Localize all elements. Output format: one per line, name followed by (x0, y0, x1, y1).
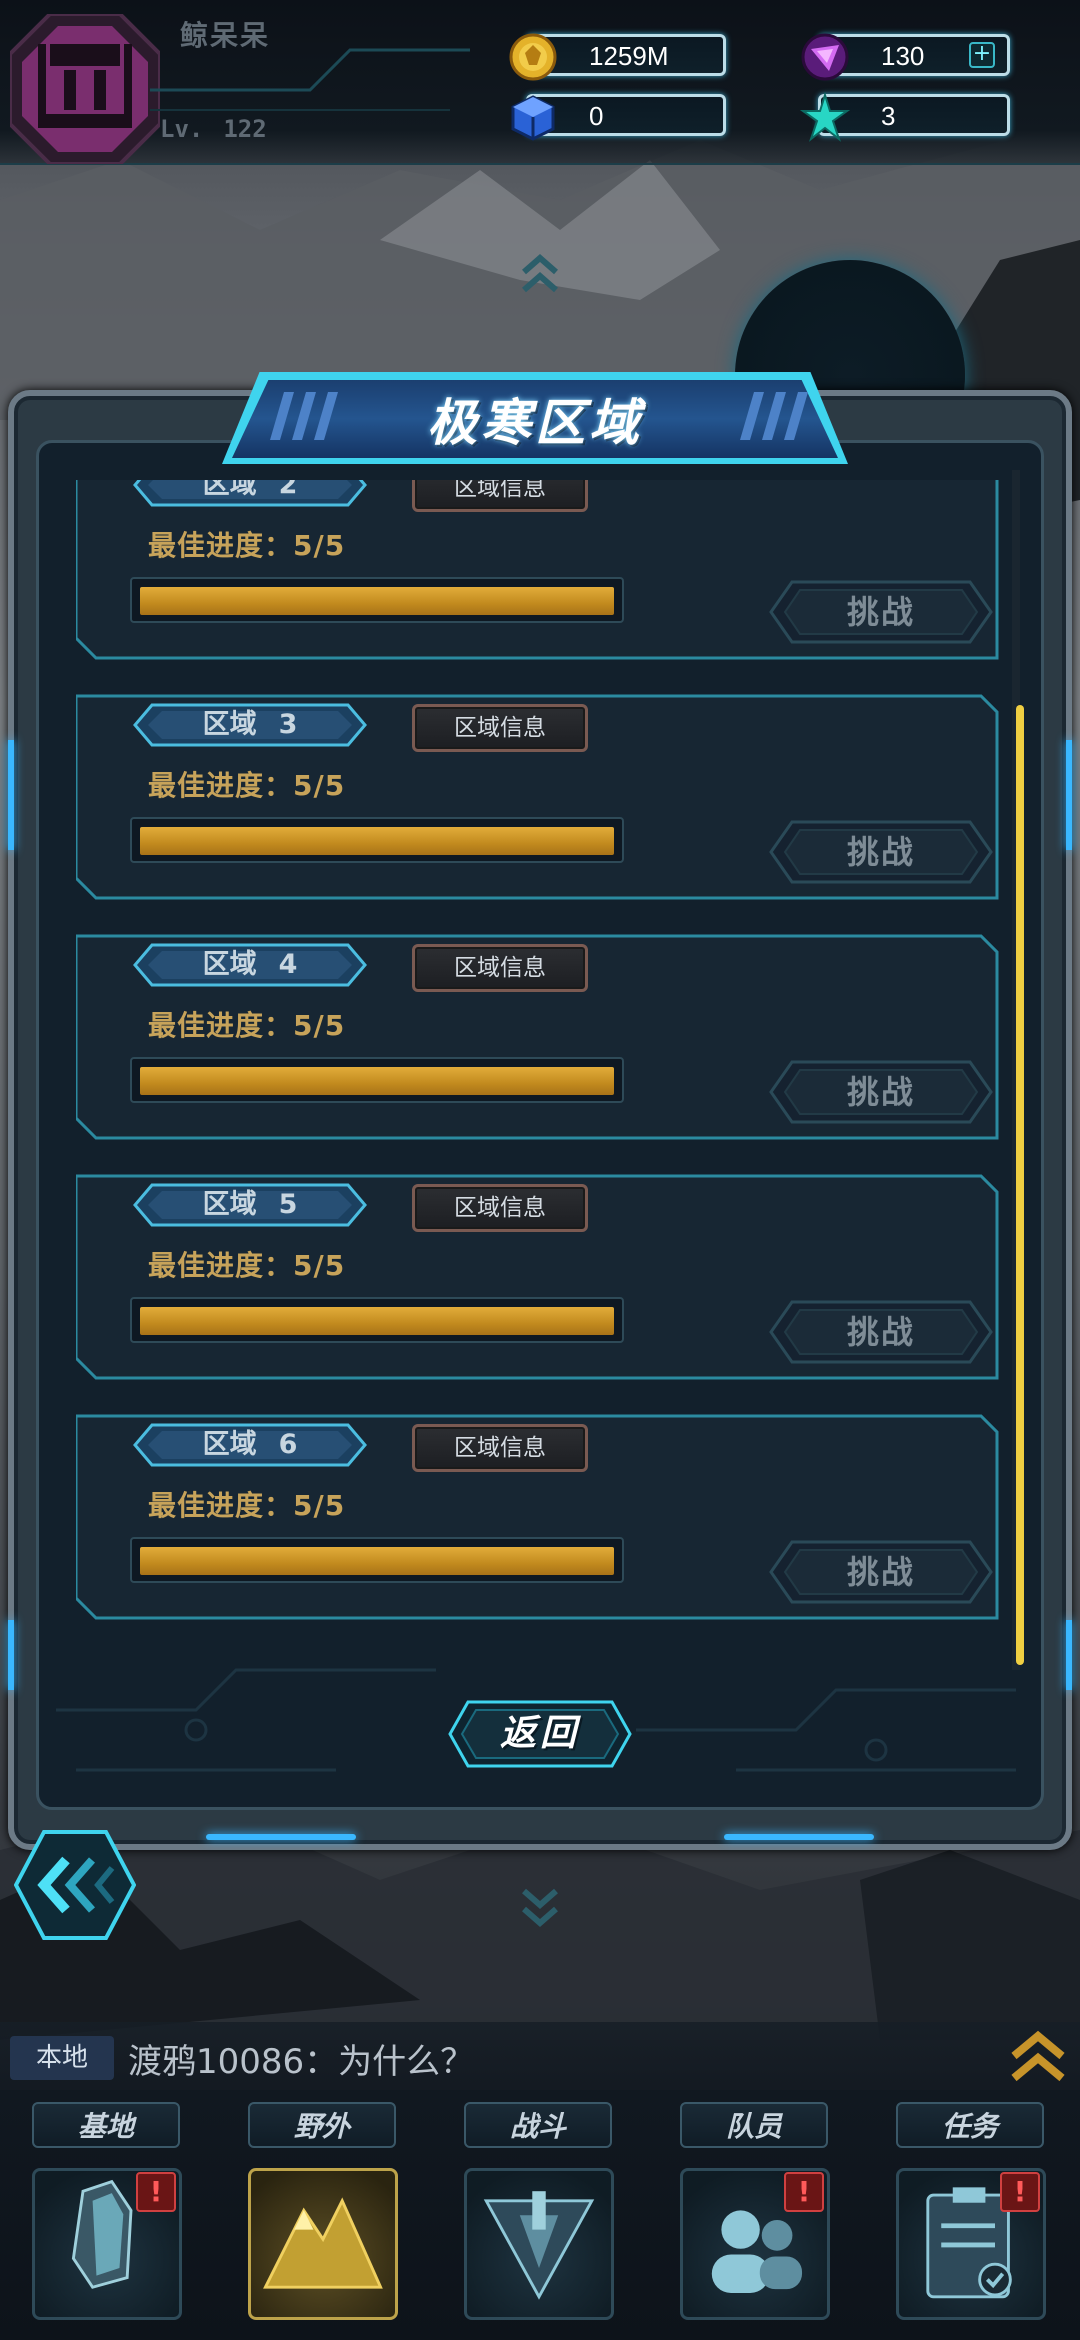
player-avatar-icon[interactable] (10, 14, 160, 164)
nav-tab-label[interactable]: 队员 (680, 2102, 828, 2148)
blue-cube-value: 0 (589, 101, 604, 131)
return-button[interactable]: 返回 (448, 1700, 632, 1768)
scroll-down-chevron-icon[interactable] (520, 1885, 560, 1931)
right-glow-accent-2 (1066, 1620, 1072, 1690)
challenge-button[interactable]: 挑战 (768, 1299, 994, 1365)
nav-tab-button[interactable] (248, 2168, 398, 2320)
zone-tag-label: 区域 (202, 949, 257, 980)
best-progress-label: 最佳进度：5/5 (148, 529, 346, 562)
challenge-button[interactable]: 挑战 (768, 579, 994, 645)
panel-title: 极寒区域 (427, 394, 643, 452)
blue-cube-icon (511, 95, 555, 141)
scroll-up-chevron-icon[interactable] (520, 250, 560, 296)
challenge-button[interactable]: 挑战 (768, 819, 994, 885)
zone-number: 6 (278, 1429, 298, 1460)
zone-info-button[interactable]: 区域信息 (412, 1424, 588, 1472)
gold-counter[interactable]: 1259M (509, 33, 726, 81)
zone-tag: 区域 2 (132, 480, 368, 508)
bottom-glow-accent-left (206, 1834, 356, 1840)
level-prefix: Lv. (160, 115, 204, 143)
zone-tag: 区域 3 (132, 702, 368, 748)
zone-list[interactable]: 区域 2 区域信息 最佳进度：5/5 挑战 区域 3 区域信息 最佳进度：5/5… (56, 480, 1012, 1665)
chat-expand-chevron-icon[interactable] (1010, 2030, 1066, 2082)
challenge-label: 挑战 (846, 833, 915, 871)
notification-badge: ! (136, 2172, 176, 2212)
zone-tag-label: 区域 (202, 1429, 257, 1460)
zone-info-button[interactable]: 区域信息 (412, 944, 588, 992)
gold-coin-icon (509, 33, 557, 81)
best-progress-label: 最佳进度：5/5 (148, 1009, 346, 1042)
scrollbar-thumb[interactable] (1016, 705, 1024, 1665)
progress-bar (130, 1057, 624, 1103)
bottom-glow-accent-right (724, 1834, 874, 1840)
player-name: 鲸呆呆 (180, 19, 271, 52)
best-progress-label: 最佳进度：5/5 (148, 1489, 346, 1522)
star-value: 3 (881, 101, 896, 131)
add-gem-button[interactable]: + (969, 42, 995, 68)
purple-gem-icon (801, 33, 849, 81)
nav-tab-label[interactable]: 任务 (896, 2102, 1044, 2148)
battle-crest-icon (483, 2191, 595, 2300)
challenge-button[interactable]: 挑战 (768, 1059, 994, 1125)
challenge-label: 挑战 (846, 1553, 915, 1591)
zone-card: 区域 2 区域信息 最佳进度：5/5 挑战 (76, 480, 1001, 662)
zone-card: 区域 6 区域信息 最佳进度：5/5 挑战 (76, 1412, 1001, 1622)
zone-number: 5 (278, 1189, 298, 1220)
right-glow-accent (1066, 740, 1072, 850)
zone-card: 区域 4 区域信息 最佳进度：5/5 挑战 (76, 932, 1001, 1142)
zone-tag-label: 区域 (202, 480, 257, 500)
zone-number: 3 (278, 709, 298, 740)
zone-tag: 区域 5 (132, 1182, 368, 1228)
best-progress-label: 最佳进度：5/5 (148, 769, 346, 802)
nav-tab-label[interactable]: 基地 (32, 2102, 180, 2148)
progress-fill (140, 1307, 614, 1335)
challenge-button[interactable]: 挑战 (768, 1539, 994, 1605)
zone-info-button[interactable]: 区域信息 (412, 1184, 588, 1232)
mountain-icon (263, 2197, 383, 2289)
notification-badge: ! (1000, 2172, 1040, 2212)
nav-tab-label[interactable]: 野外 (248, 2102, 396, 2148)
nav-tab-button[interactable] (464, 2168, 614, 2320)
player-level: Lv. 122 (140, 110, 300, 148)
zone-card: 区域 5 区域信息 最佳进度：5/5 挑战 (76, 1172, 1001, 1382)
purple-gem-value: 130 (881, 41, 925, 71)
zone-tag-label: 区域 (202, 709, 257, 740)
blue-cube-counter[interactable]: 0 (511, 94, 726, 141)
notification-badge: ! (784, 2172, 824, 2212)
left-glow-accent (8, 740, 14, 850)
chat-channel-tag[interactable]: 本地 (10, 2036, 114, 2080)
gold-value: 1259M (589, 41, 669, 71)
challenge-label: 挑战 (846, 1313, 915, 1351)
side-back-arrows-icon[interactable] (14, 1828, 136, 1942)
progress-bar (130, 577, 624, 623)
progress-fill (140, 827, 614, 855)
progress-bar (130, 1537, 624, 1583)
zone-number: 4 (278, 949, 298, 980)
teal-star-icon (799, 91, 851, 142)
star-counter[interactable]: 3 (799, 91, 1010, 142)
progress-bar (130, 1297, 624, 1343)
left-glow-accent-2 (8, 1620, 14, 1690)
chat-message: 渡鸦10086：为什么？ (128, 2042, 475, 2082)
nav-tab-label[interactable]: 战斗 (464, 2102, 612, 2148)
challenge-label: 挑战 (846, 593, 915, 631)
zone-number: 2 (278, 480, 298, 500)
progress-bar (130, 817, 624, 863)
return-label: 返回 (499, 1713, 580, 1754)
progress-fill (140, 1067, 614, 1095)
top-status-bar: 鲸呆呆 Lv. 122 1259M 130 + 0 3 (0, 0, 1080, 165)
purple-gem-counter[interactable]: 130 + (801, 33, 1010, 81)
best-progress-label: 最佳进度：5/5 (148, 1249, 346, 1282)
zone-tag: 区域 4 (132, 942, 368, 988)
zone-info-button[interactable]: 区域信息 (412, 480, 588, 512)
zone-tag: 区域 6 (132, 1422, 368, 1468)
zone-info-button[interactable]: 区域信息 (412, 704, 588, 752)
challenge-label: 挑战 (846, 1073, 915, 1111)
zone-tag-label: 区域 (202, 1189, 257, 1220)
progress-fill (140, 587, 614, 615)
zone-card: 区域 3 区域信息 最佳进度：5/5 挑战 (76, 692, 1001, 902)
level-value: 122 (223, 115, 267, 143)
progress-fill (140, 1547, 614, 1575)
